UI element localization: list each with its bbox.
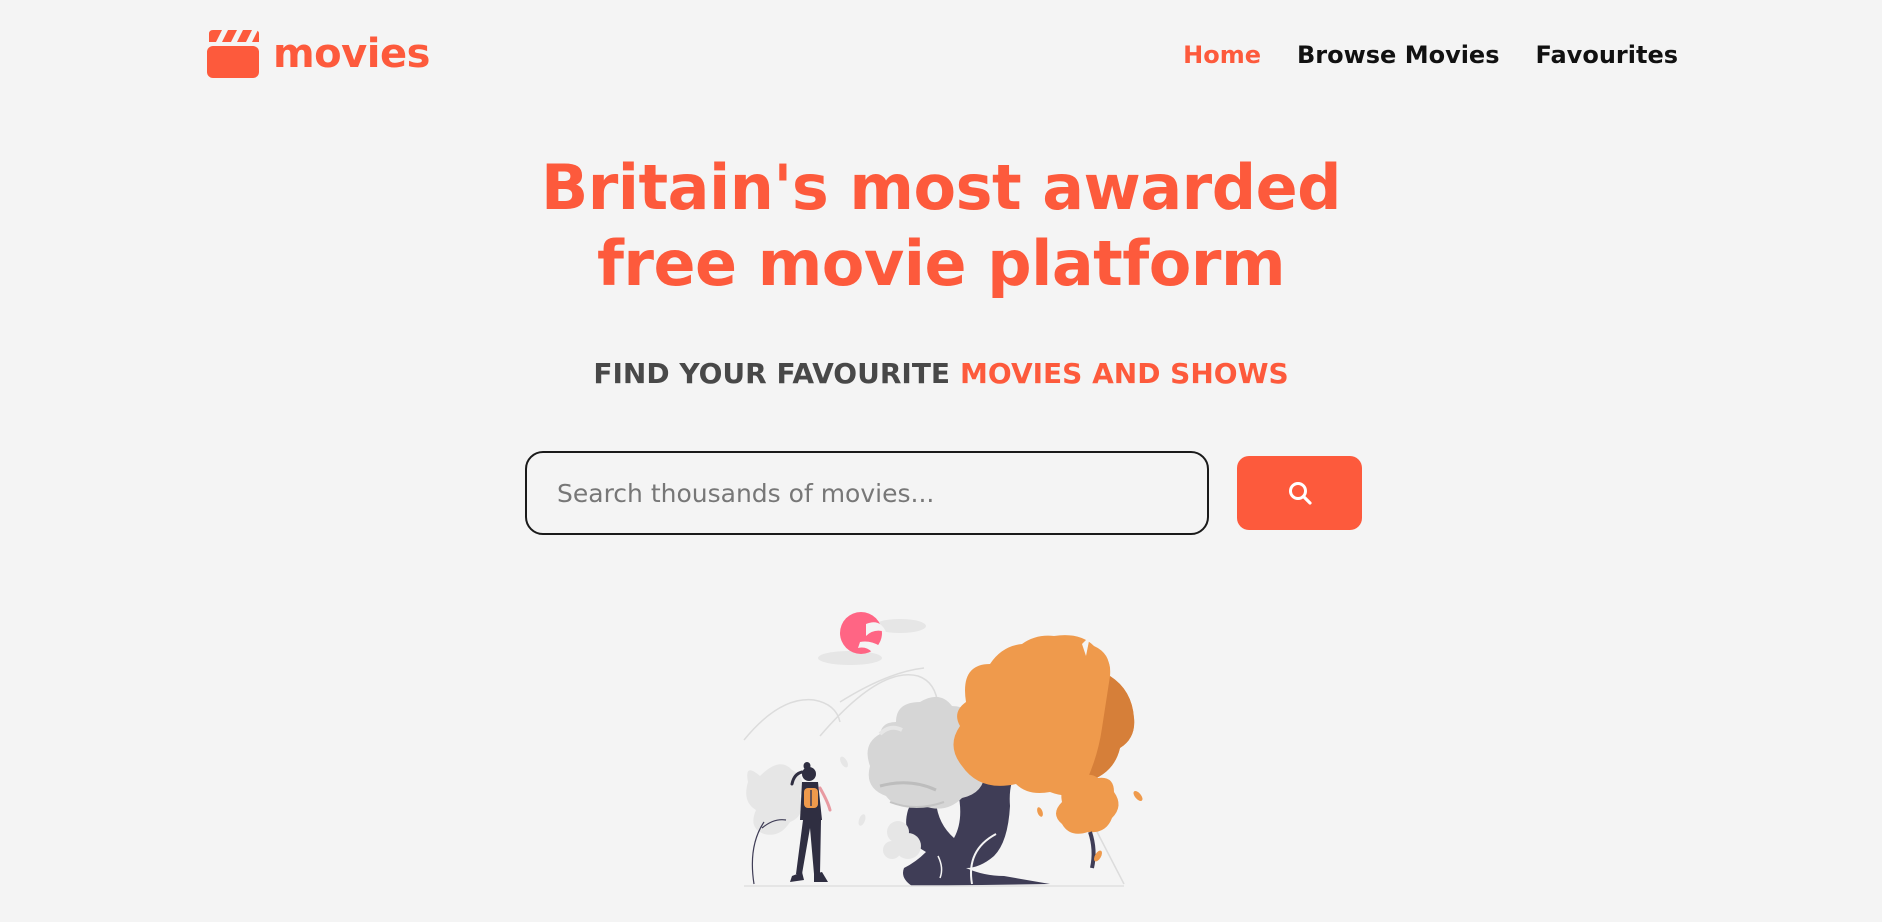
brand-name: movies — [273, 31, 430, 77]
hero-subline-dark: FIND YOUR FAVOURITE — [593, 357, 951, 390]
hero-headline-line2: free movie platform — [596, 227, 1286, 300]
search-input[interactable] — [525, 451, 1209, 535]
hero-headline: Britain's most awarded free movie platfo… — [0, 150, 1882, 302]
hero-subline: FIND YOUR FAVOURITE MOVIES AND SHOWS — [0, 354, 1882, 394]
hiker-with-trees-illustration — [743, 612, 1143, 887]
orange-tree — [953, 635, 1135, 796]
gray-bush-left — [746, 764, 803, 885]
falling-leaves — [840, 756, 866, 826]
clapperboard-icon — [207, 30, 259, 78]
main-nav: Home Browse Movies Favourites — [1183, 38, 1678, 72]
nav-favourites[interactable]: Favourites — [1536, 38, 1679, 72]
nav-home[interactable]: Home — [1183, 38, 1261, 72]
search-icon — [1288, 482, 1312, 505]
search-button[interactable] — [1237, 456, 1362, 530]
landing-page: movies Home Browse Movies Favourites Bri… — [0, 0, 1882, 922]
hero-headline-line1: Britain's most awarded — [540, 151, 1342, 224]
hero-subline-accent: MOVIES AND SHOWS — [960, 357, 1289, 390]
sun-shape — [840, 612, 886, 654]
brand-logo[interactable]: movies — [207, 30, 430, 78]
nav-browse-movies[interactable]: Browse Movies — [1297, 38, 1500, 72]
